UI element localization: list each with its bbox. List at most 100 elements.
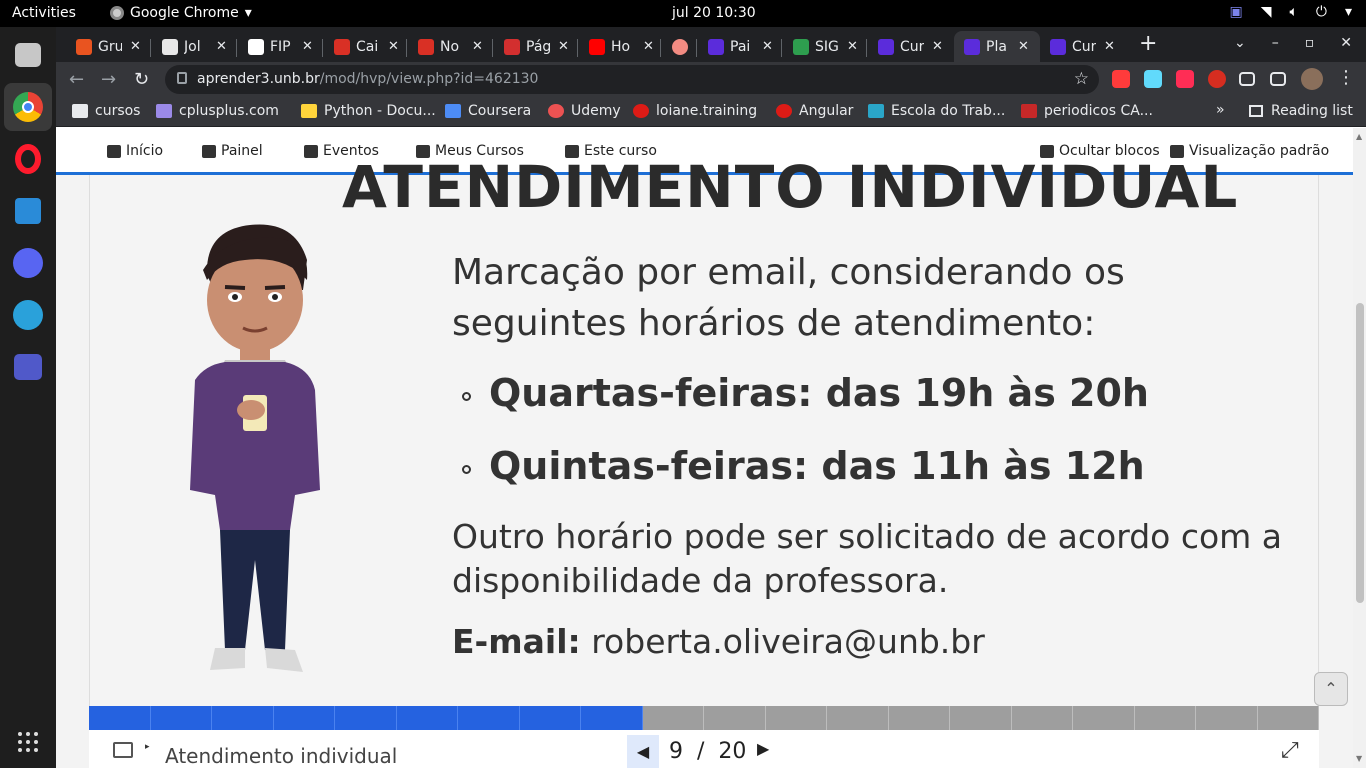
extensions-puzzle-icon[interactable]: [1239, 72, 1255, 86]
back-to-top-button[interactable]: ⌃: [1314, 672, 1348, 706]
reload-button[interactable]: ↻: [134, 69, 149, 90]
media-controls-icon[interactable]: [1270, 72, 1286, 86]
tab-close-icon[interactable]: ✕: [472, 39, 483, 54]
tab-close-icon[interactable]: ✕: [1104, 39, 1115, 54]
bookmark-item[interactable]: Udemy: [548, 103, 621, 119]
table-of-contents-icon[interactable]: [113, 742, 133, 758]
reading-list-button[interactable]: Reading list: [1249, 103, 1353, 119]
progress-segment[interactable]: [581, 706, 643, 730]
chrome-menu-button[interactable]: ⋮: [1337, 67, 1355, 88]
tab-close-icon[interactable]: ✕: [130, 39, 141, 54]
tab-search-icon[interactable]: ⌄: [1234, 35, 1246, 51]
progress-segment[interactable]: [519, 706, 581, 730]
bookmark-item[interactable]: loiane.training: [633, 103, 757, 119]
progress-segment[interactable]: [950, 706, 1012, 730]
tab-close-icon[interactable]: ✕: [1018, 39, 1029, 54]
progress-segment[interactable]: [766, 706, 827, 730]
browser-tab[interactable]: Cur ✕: [868, 31, 948, 62]
scroll-down-icon[interactable]: ▼: [1356, 754, 1362, 763]
browser-tab[interactable]: Cai ✕: [324, 31, 404, 62]
bookmarks-overflow-button[interactable]: »: [1216, 102, 1225, 118]
progress-segment[interactable]: [1073, 706, 1135, 730]
progress-segment[interactable]: [89, 706, 151, 730]
dock-teams[interactable]: [8, 347, 48, 387]
maximize-button[interactable]: ▫: [1305, 35, 1315, 51]
tab-close-icon[interactable]: ✕: [762, 39, 773, 54]
scrollbar-thumb[interactable]: [1356, 303, 1364, 603]
clock[interactable]: jul 20 10:30: [672, 5, 756, 21]
close-window-button[interactable]: ✕: [1340, 35, 1352, 51]
browser-tab[interactable]: FIP ✕: [238, 31, 318, 62]
dock-files[interactable]: [8, 35, 48, 75]
back-button[interactable]: ←: [69, 69, 84, 90]
dock-opera[interactable]: [8, 139, 48, 179]
progress-segment[interactable]: [643, 706, 704, 730]
progress-segment[interactable]: [335, 706, 397, 730]
bookmark-item[interactable]: Escola do Trab...: [868, 103, 1005, 119]
slide-progress-bar[interactable]: [89, 706, 1319, 730]
progress-segment[interactable]: [150, 706, 212, 730]
show-apps-icon[interactable]: [18, 732, 38, 752]
bookmark-item[interactable]: cplusplus.com: [156, 103, 279, 119]
browser-tab[interactable]: Pai ✕: [698, 31, 778, 62]
address-bar[interactable]: aprender3.unb.br/mod/hvp/view.php?id=462…: [165, 65, 1099, 94]
browser-tab[interactable]: Ho ✕: [579, 31, 659, 62]
next-slide-button[interactable]: ▶: [757, 739, 769, 758]
progress-segment[interactable]: [212, 706, 274, 730]
nav-link[interactable]: Início: [107, 143, 163, 159]
progress-segment[interactable]: [273, 706, 335, 730]
nav-link[interactable]: Painel: [202, 143, 263, 159]
teams-tray-icon[interactable]: ▣: [1229, 4, 1242, 20]
app-menu[interactable]: Google Chrome ▾: [110, 5, 252, 21]
browser-tab[interactable]: Jol ✕: [152, 31, 232, 62]
page-scrollbar[interactable]: ▲ ▼: [1353, 128, 1366, 768]
tab-close-icon[interactable]: ✕: [643, 39, 654, 54]
tab-close-icon[interactable]: ✕: [302, 39, 313, 54]
fullscreen-icon[interactable]: ⤢: [1281, 738, 1299, 763]
adblock-icon[interactable]: [1208, 70, 1226, 88]
url-text[interactable]: aprender3.unb.br/mod/hvp/view.php?id=462…: [197, 71, 538, 87]
tab-close-icon[interactable]: ✕: [847, 39, 858, 54]
progress-segment[interactable]: [889, 706, 950, 730]
progress-segment[interactable]: [1012, 706, 1073, 730]
bookmark-item[interactable]: Python - Docu...: [301, 103, 436, 119]
tab-close-icon[interactable]: ✕: [216, 39, 227, 54]
progress-segment[interactable]: [704, 706, 766, 730]
youtube-ext-icon[interactable]: [1112, 70, 1130, 88]
bookmark-item[interactable]: cursos: [72, 103, 140, 119]
browser-tab[interactable]: No ✕: [408, 31, 488, 62]
progress-segment[interactable]: [458, 706, 520, 730]
browser-tab[interactable]: Pla ✕: [954, 31, 1040, 62]
browser-tab[interactable]: [662, 31, 692, 62]
minimize-button[interactable]: –: [1272, 35, 1279, 51]
bookmark-star-icon[interactable]: ☆: [1074, 69, 1089, 89]
dock-chrome[interactable]: [4, 83, 52, 131]
browser-tab[interactable]: Cur ✕: [1040, 31, 1120, 62]
forward-button[interactable]: →: [101, 69, 116, 90]
system-tray[interactable]: ▣ ◥ 🔈︎ ⏻ ▾: [1229, 4, 1352, 20]
ext-red-icon[interactable]: [1176, 70, 1194, 88]
scroll-up-icon[interactable]: ▲: [1356, 132, 1362, 141]
react-devtools-icon[interactable]: [1144, 70, 1162, 88]
tab-close-icon[interactable]: ✕: [558, 39, 569, 54]
dock-telegram[interactable]: [8, 295, 48, 335]
tab-close-icon[interactable]: ✕: [388, 39, 399, 54]
browser-tab[interactable]: Gru ✕: [66, 31, 146, 62]
new-tab-button[interactable]: +: [1139, 31, 1157, 56]
browser-tab[interactable]: SIG ✕: [783, 31, 863, 62]
lock-icon[interactable]: [177, 72, 187, 84]
progress-segment[interactable]: [1258, 706, 1319, 730]
activities-button[interactable]: Activities: [12, 5, 76, 21]
progress-segment[interactable]: [827, 706, 889, 730]
email-value[interactable]: roberta.oliveira@unb.br: [581, 622, 985, 661]
dock-vscode[interactable]: [8, 191, 48, 231]
bookmark-item[interactable]: periodicos CA...: [1021, 103, 1153, 119]
dock-discord[interactable]: [8, 243, 48, 283]
browser-tab[interactable]: Pág ✕: [494, 31, 574, 62]
profile-avatar[interactable]: [1301, 68, 1323, 90]
bookmark-item[interactable]: Coursera: [445, 103, 531, 119]
tab-close-icon[interactable]: ✕: [932, 39, 943, 54]
progress-segment[interactable]: [1196, 706, 1258, 730]
previous-slide-button[interactable]: ◀: [627, 735, 659, 768]
progress-segment[interactable]: [396, 706, 458, 730]
